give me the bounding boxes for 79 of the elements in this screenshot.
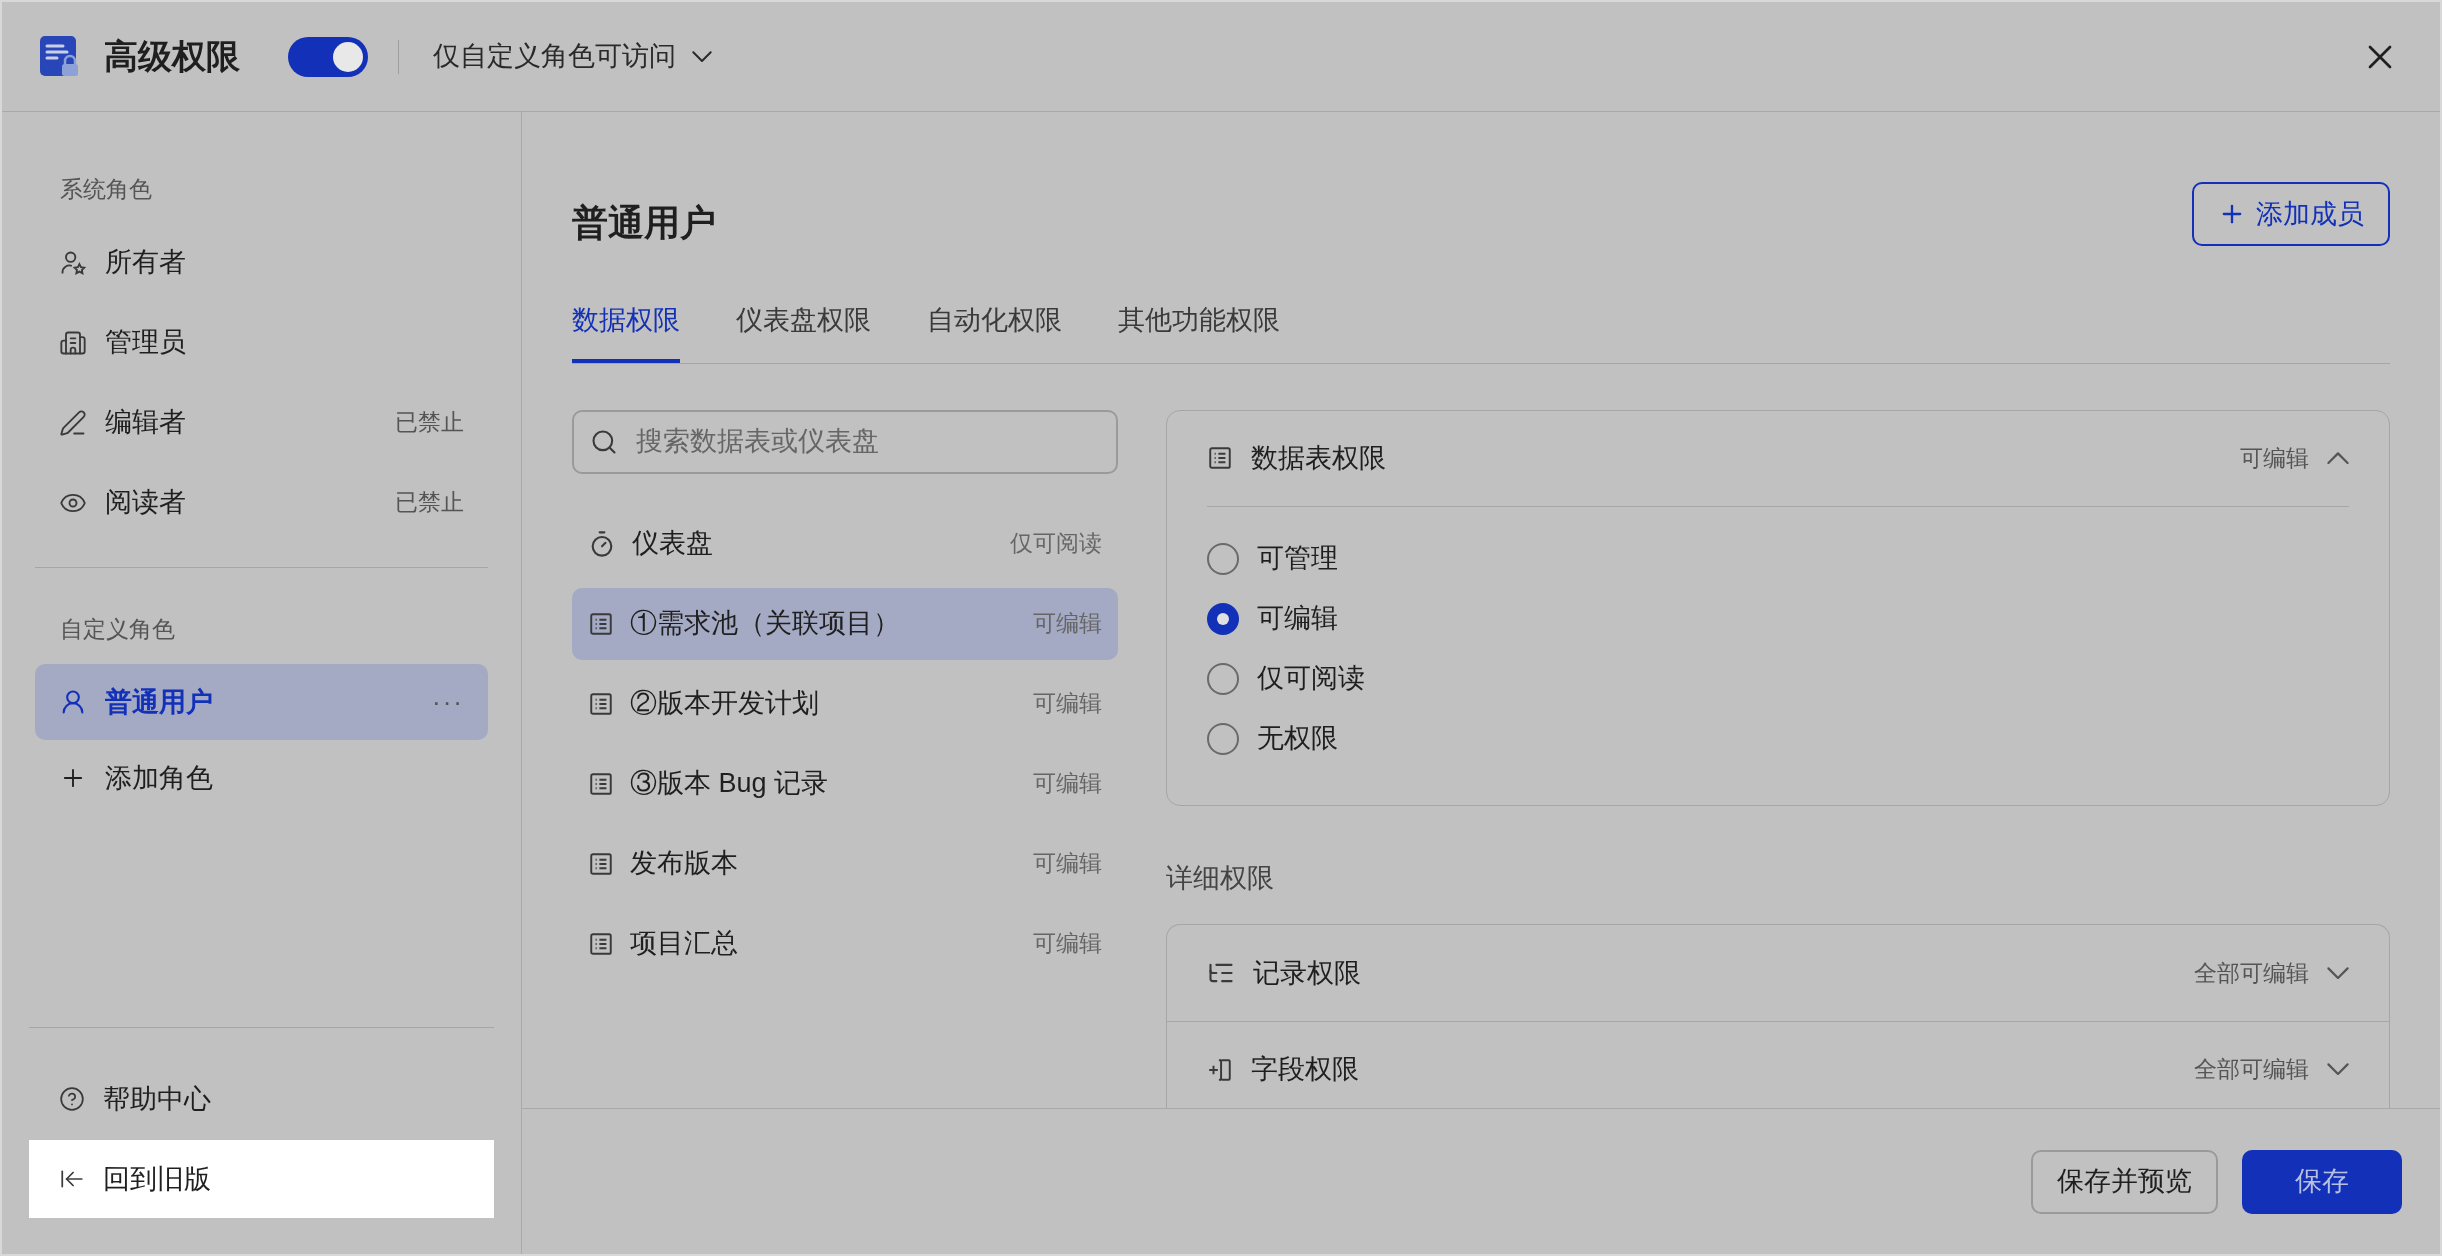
field-add-icon — [1207, 1056, 1233, 1083]
radio-label: 可编辑 — [1257, 602, 1338, 636]
app-logo-icon — [40, 35, 80, 78]
permission-value: 可编辑 — [2240, 443, 2309, 473]
chevron-down-icon[interactable] — [2327, 1063, 2349, 1076]
permission-label: 仅可阅读 — [1010, 529, 1102, 559]
access-dropdown[interactable]: 仅自定义角色可访问 — [433, 36, 712, 77]
detail-value: 全部可编辑 — [2194, 958, 2309, 988]
role-title: 普通用户 — [572, 201, 716, 245]
table-list-item[interactable]: ①需求池（关联项目） 可编辑 — [572, 587, 1118, 660]
toggle-switch[interactable] — [288, 36, 368, 77]
tab[interactable]: 其他功能权限 — [1118, 300, 1280, 363]
tab[interactable]: 自动化权限 — [927, 300, 1062, 363]
table-icon — [588, 690, 614, 717]
role-item[interactable]: 阅读者 已禁止 — [35, 464, 488, 541]
status-label: 已禁止 — [395, 408, 464, 438]
status-label: 已禁止 — [395, 488, 464, 518]
save-and-preview-button[interactable]: 保存并预览 — [2031, 1149, 2218, 1214]
detail-value: 全部可编辑 — [2194, 1055, 2309, 1085]
sidebar-footer-item[interactable]: 帮助中心 — [29, 1060, 494, 1138]
table-list-item[interactable]: 项目汇总 可编辑 — [572, 907, 1118, 980]
table-list-item[interactable]: 仪表盘 仅可阅读 — [572, 507, 1118, 580]
table-list-item[interactable]: ②版本开发计划 可编辑 — [572, 667, 1118, 740]
pen-icon — [59, 408, 87, 437]
role-label: 阅读者 — [105, 486, 186, 520]
radio-button[interactable] — [1207, 662, 1239, 695]
table-list-item[interactable]: ③版本 Bug 记录 可编辑 — [572, 747, 1118, 820]
help-icon — [59, 1086, 85, 1112]
role-label: 所有者 — [105, 246, 186, 280]
role-item[interactable]: 所有者 — [35, 224, 488, 301]
table-icon — [1207, 445, 1233, 471]
chevron-up-icon[interactable] — [2327, 451, 2349, 465]
role-item[interactable]: 编辑者 已禁止 — [35, 384, 488, 461]
table-icon — [588, 930, 614, 957]
chevron-down-icon[interactable] — [2327, 966, 2349, 980]
card-title: 数据表权限 — [1251, 441, 1386, 475]
table-name: 发布版本 — [630, 847, 738, 881]
tab[interactable]: 仪表盘权限 — [736, 300, 871, 363]
section-heading: 自定义角色 — [59, 614, 176, 644]
chevron-down-icon — [692, 50, 712, 63]
permission-label: 可编辑 — [1033, 929, 1102, 959]
table-icon — [588, 610, 614, 637]
radio-label: 可管理 — [1257, 542, 1338, 576]
table-name: ②版本开发计划 — [630, 687, 819, 721]
role-label: 普通用户 — [105, 685, 213, 719]
permission-label: 可编辑 — [1033, 769, 1102, 799]
tab[interactable]: 数据权限 — [572, 300, 680, 363]
save-button[interactable]: 保存 — [2242, 1149, 2402, 1214]
role-item[interactable]: 普通用户 ··· — [35, 664, 488, 740]
radio-label: 无权限 — [1257, 722, 1338, 756]
detail-row[interactable]: 记录权限 全部可编辑 — [1167, 925, 2389, 1021]
table-icon — [588, 770, 614, 797]
table-name: 仪表盘 — [632, 527, 713, 561]
radio-button[interactable] — [1207, 602, 1239, 635]
search-field[interactable]: 搜索数据表或仪表盘 — [572, 409, 1118, 474]
search-icon — [590, 427, 618, 456]
role-item[interactable]: 管理员 — [35, 304, 488, 381]
add-member-button[interactable]: 添加成员 — [2192, 182, 2390, 246]
section-heading: 系统角色 — [59, 175, 153, 204]
role-label: 管理员 — [105, 326, 186, 360]
table-name: ①需求池（关联项目） — [630, 607, 900, 641]
add-role-button[interactable]: 添加角色 — [35, 740, 488, 816]
permission-label: 可编辑 — [1033, 849, 1102, 879]
table-list-item[interactable]: 发布版本 可编辑 — [572, 827, 1118, 900]
detail-label: 记录权限 — [1253, 956, 1361, 990]
table-name: 项目汇总 — [630, 927, 738, 961]
table-name: ③版本 Bug 记录 — [630, 767, 829, 801]
radio-label: 仅可阅读 — [1257, 662, 1365, 696]
detail-row[interactable]: 字段权限 全部可编辑 — [1167, 1021, 2389, 1108]
dialog-title: 高级权限 — [104, 36, 240, 77]
table-icon — [588, 850, 614, 877]
permission-label: 可编辑 — [1033, 609, 1102, 639]
role-label: 编辑者 — [105, 406, 186, 440]
detail-label: 字段权限 — [1251, 1053, 1359, 1087]
permission-label: 可编辑 — [1033, 689, 1102, 719]
radio-button[interactable] — [1207, 542, 1239, 575]
section-heading: 详细权限 — [1166, 861, 1275, 895]
radio-button[interactable] — [1207, 722, 1239, 755]
sidebar-footer-item[interactable]: 回到旧版 — [29, 1140, 494, 1218]
